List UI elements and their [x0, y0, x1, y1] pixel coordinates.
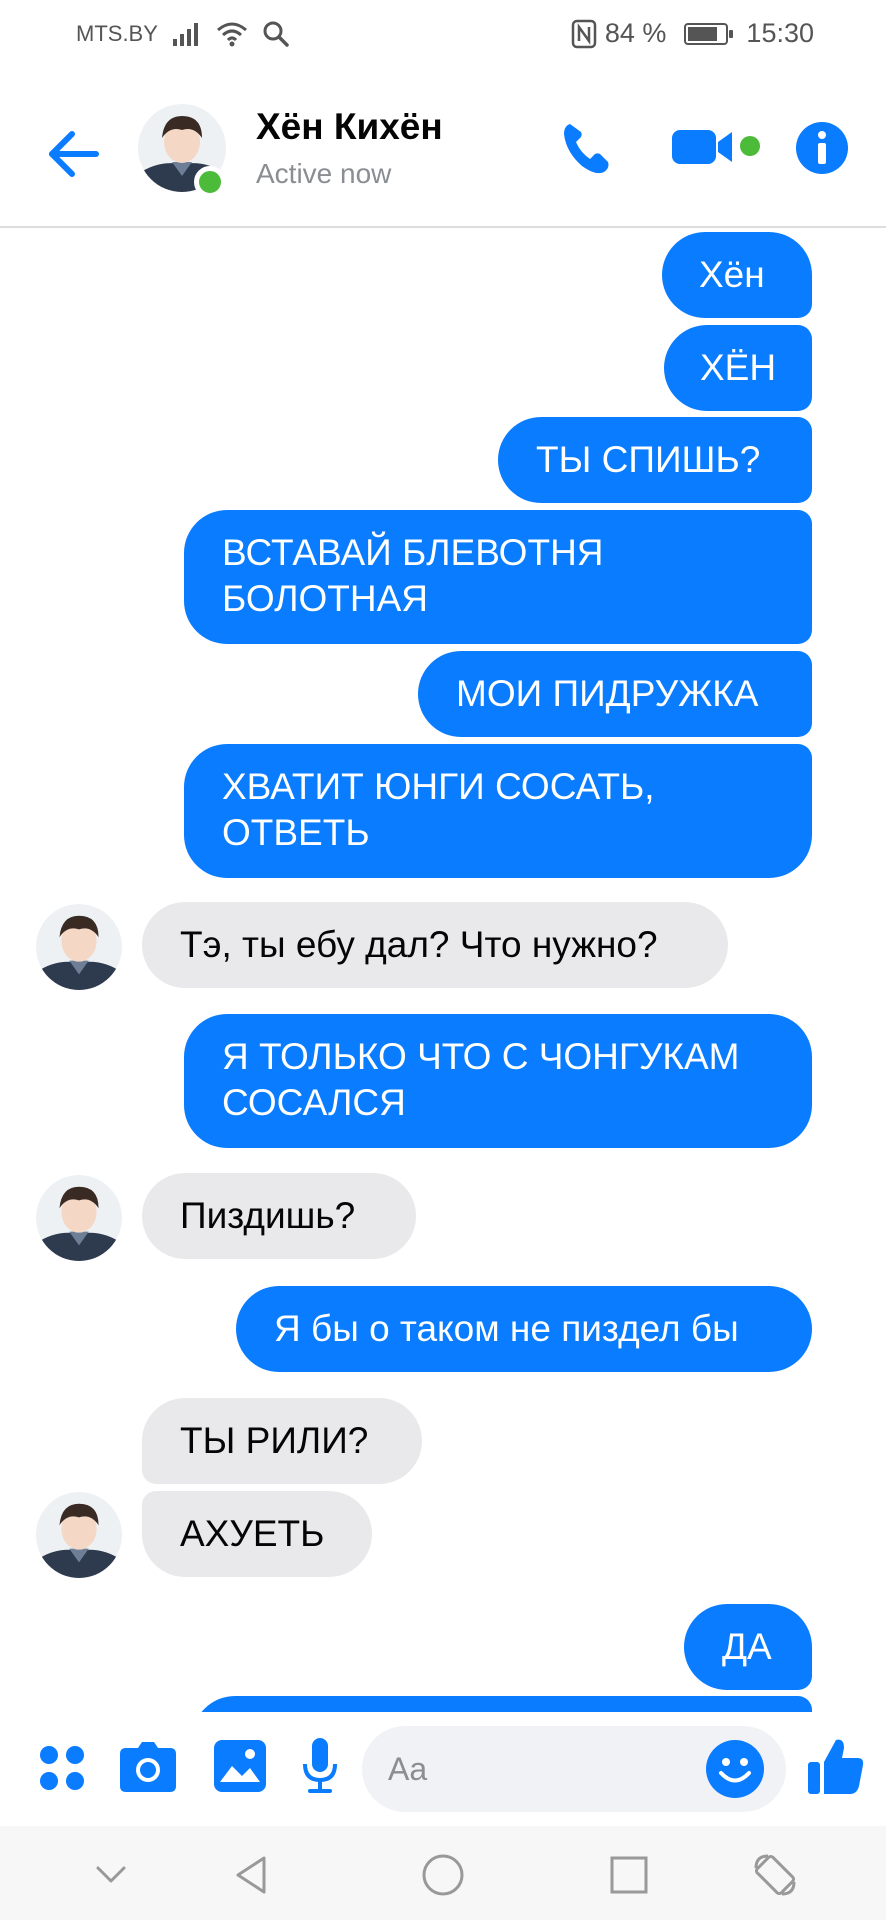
- chevron-down-icon[interactable]: [86, 1850, 136, 1900]
- carrier-label: MTS.BY: [76, 21, 158, 46]
- message-bubble-received[interactable]: ТЫ РИЛИ?: [142, 1398, 422, 1484]
- message-bubble-sent[interactable]: ТЫ СПИШЬ?: [498, 417, 812, 503]
- contact-avatar-small[interactable]: [36, 1492, 122, 1578]
- nfc-icon: [571, 19, 597, 48]
- video-camera-icon[interactable]: [670, 122, 762, 172]
- message-bubble-sent[interactable]: Хён: [662, 232, 812, 318]
- battery-fill: [688, 26, 718, 41]
- menu-dots-icon[interactable]: [38, 1744, 86, 1792]
- thumbs-up-icon[interactable]: [806, 1736, 866, 1796]
- message-bubble-sent[interactable]: ХЁН: [664, 325, 812, 411]
- status-left: MTS.BY: [76, 20, 290, 48]
- signal-icon: [172, 23, 198, 46]
- battery-icon: [684, 22, 734, 45]
- battery-percent: 84 %: [604, 18, 667, 48]
- arrow-left-icon[interactable]: [44, 124, 104, 184]
- message-input-pill[interactable]: [362, 1726, 786, 1812]
- composer-bar: [0, 1714, 886, 1826]
- rotate-icon[interactable]: [750, 1850, 800, 1900]
- emoji-icon[interactable]: [706, 1740, 764, 1798]
- contact-status: Active now: [256, 158, 392, 189]
- message-bubble-sent[interactable]: Я ТОЛЬКО ЧТО С ЧОНГУКАМ СОСАЛСЯ: [184, 1014, 812, 1148]
- message-bubble-received[interactable]: АХУЕТЬ: [142, 1491, 372, 1577]
- contact-avatar-small[interactable]: [36, 1175, 122, 1261]
- contact-name[interactable]: Хён Кихён: [256, 106, 443, 148]
- contact-avatar-small[interactable]: [36, 904, 122, 990]
- message-list[interactable]: Хён ХЁН ТЫ СПИШЬ? ВСТАВАЙ БЛЕВОТНЯ БОЛОТ…: [0, 230, 886, 1712]
- message-bubble-sent-partial[interactable]: [192, 1696, 812, 1712]
- avatar-image: [36, 1492, 122, 1578]
- camera-icon[interactable]: [120, 1742, 176, 1792]
- message-bubble-sent[interactable]: МОИ ПИДРУЖКА: [418, 651, 812, 737]
- system-nav-bar: [0, 1826, 886, 1920]
- clock: 15:30: [746, 18, 814, 48]
- avatar-image: [36, 1175, 122, 1261]
- message-bubble-received[interactable]: Пиздишь?: [142, 1173, 416, 1259]
- message-bubble-sent[interactable]: ДА: [684, 1604, 812, 1690]
- recents-square-icon[interactable]: [604, 1850, 654, 1900]
- microphone-icon[interactable]: [302, 1738, 338, 1794]
- gallery-icon[interactable]: [214, 1740, 266, 1792]
- message-input[interactable]: [388, 1746, 708, 1792]
- message-bubble-sent[interactable]: ХВАТИТ ЮНГИ СОСАТЬ, ОТВЕТЬ: [184, 744, 812, 878]
- back-triangle-icon[interactable]: [228, 1850, 278, 1900]
- avatar-image: [36, 904, 122, 990]
- message-bubble-sent[interactable]: ВСТАВАЙ БЛЕВОТНЯ БОЛОТНАЯ: [184, 510, 812, 644]
- info-icon[interactable]: [794, 120, 850, 176]
- status-right: 84 % 15:30: [571, 18, 814, 49]
- wifi-icon: [216, 22, 247, 47]
- status-bar: MTS.BY 84 % 15:30: [0, 0, 886, 70]
- search-icon: [263, 21, 289, 47]
- home-circle-icon[interactable]: [418, 1850, 468, 1900]
- conversation-header: Хён Кихён Active now: [0, 90, 886, 228]
- phone-icon[interactable]: [556, 118, 616, 178]
- online-indicator: [194, 166, 226, 198]
- message-bubble-received[interactable]: Тэ, ты ебу дал? Что нужно?: [142, 902, 728, 988]
- message-bubble-sent[interactable]: Я бы о таком не пиздел бы: [236, 1286, 812, 1372]
